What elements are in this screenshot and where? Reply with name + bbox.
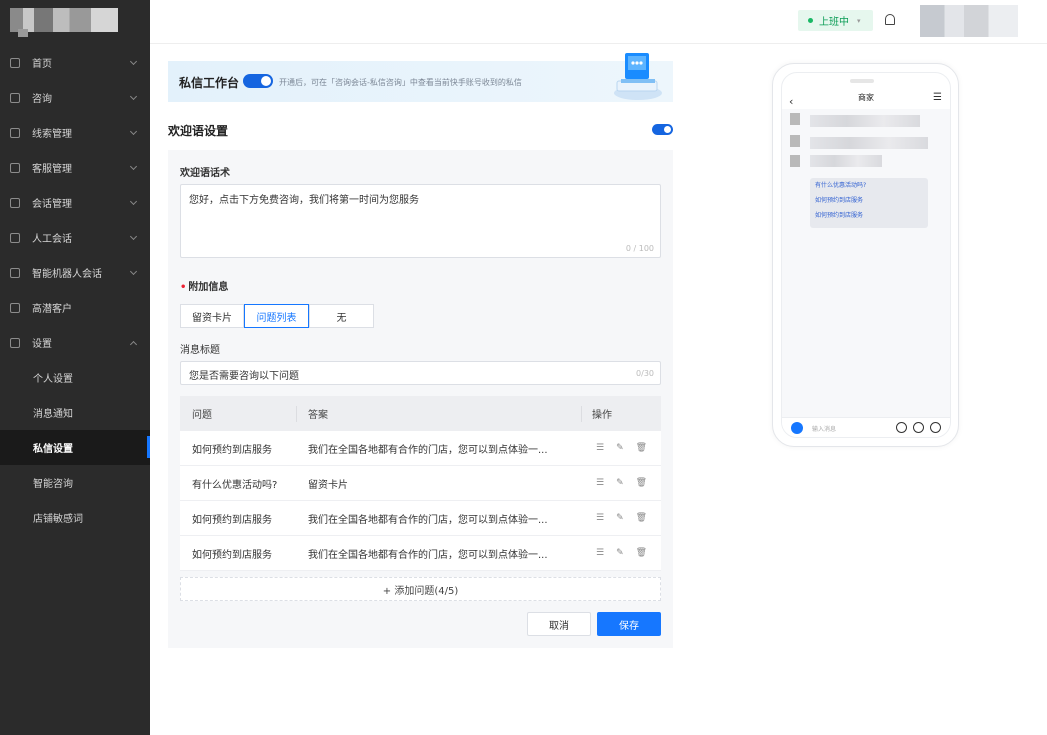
- chevron-down-icon: [129, 57, 138, 66]
- phone-question: 如何预约到店服务: [815, 197, 864, 204]
- phone-input-placeholder: 输入消息: [812, 426, 837, 433]
- phone-input-bar: 输入消息: [782, 417, 950, 437]
- phone-question: 有什么优惠活动吗?: [815, 182, 867, 189]
- plus-icon: [930, 422, 941, 433]
- sidebar-item-potential[interactable]: 高潜客户: [0, 290, 150, 325]
- phone-question: 如何预约到店服务: [815, 212, 864, 219]
- edit-icon[interactable]: ✎: [616, 513, 624, 523]
- sidebar-subitem-smart-consult[interactable]: 智能咨询: [0, 465, 150, 500]
- option-none[interactable]: 无: [309, 304, 374, 328]
- script-label: 欢迎语话术: [180, 168, 230, 179]
- table-header: 问题 答案 操作: [180, 396, 661, 431]
- table-row: 如何预约到店服务 我们在全国各地都有合作的门店，您可以到点体验一... ☰ ✎ 🗑: [180, 431, 661, 466]
- banner-title: 私信工作台: [179, 76, 240, 90]
- sidebar: 首页 咨询 线索管理 客服管理 会话管理 人工会话 智能机器人会话 高潜客户 设…: [0, 0, 150, 735]
- settings-icon: [10, 337, 20, 348]
- cancel-button[interactable]: 取消: [527, 612, 591, 636]
- chevron-up-icon: [129, 340, 138, 349]
- sidebar-subitem-dm-settings[interactable]: 私信设置: [0, 430, 150, 465]
- phone-title: 商家: [858, 93, 874, 102]
- menu-icon: ☰: [933, 92, 942, 103]
- sidebar-nav: 首页 咨询 线索管理 客服管理 会话管理 人工会话 智能机器人会话 高潜客户 设…: [0, 45, 150, 535]
- bell-icon[interactable]: [885, 14, 895, 25]
- option-question-list[interactable]: 问题列表: [244, 304, 309, 328]
- sidebar-subitem-notify[interactable]: 消息通知: [0, 395, 150, 430]
- avatar: [790, 155, 800, 167]
- question-table: 问题 答案 操作 如何预约到店服务 我们在全国各地都有合作的门店，您可以到点体验…: [180, 396, 661, 571]
- banner-desc: 开通后，可在「咨询会话-私信咨询」中查看当前快手账号收到的私信: [279, 78, 522, 87]
- chevron-down-icon: [129, 197, 138, 206]
- char-counter: 0 / 100: [625, 244, 654, 253]
- table-row: 有什么优惠活动吗? 留资卡片 ☰ ✎ 🗑: [180, 466, 661, 501]
- extra-info-label: • 附加信息: [180, 282, 229, 293]
- sidebar-item-home[interactable]: 首页: [0, 45, 150, 80]
- service-icon: [10, 162, 20, 173]
- phone-chat-area: 有什么优惠活动吗? 如何预约到店服务 如何预约到店服务: [782, 109, 950, 419]
- avatar: [790, 113, 800, 125]
- status-dropdown[interactable]: 上班中 ▾: [798, 10, 873, 31]
- caret-down-icon: ▾: [857, 16, 861, 25]
- drag-icon[interactable]: ☰: [596, 478, 604, 488]
- delete-icon[interactable]: 🗑: [636, 513, 647, 523]
- camera-icon: [791, 422, 803, 434]
- manual-session-icon: [10, 232, 20, 243]
- robot-icon: [10, 267, 20, 278]
- voice-icon: [896, 422, 907, 433]
- chevron-down-icon: [129, 162, 138, 171]
- sidebar-item-manual[interactable]: 人工会话: [0, 220, 150, 255]
- consult-icon: [10, 92, 20, 103]
- sidebar-item-service[interactable]: 客服管理: [0, 150, 150, 185]
- sidebar-item-sessions[interactable]: 会话管理: [0, 185, 150, 220]
- section-title: 欢迎语设置: [168, 124, 229, 138]
- welcome-toggle[interactable]: [652, 124, 673, 135]
- add-question-button[interactable]: + 添加问题(4/5): [180, 577, 661, 601]
- drag-icon[interactable]: ☰: [596, 548, 604, 558]
- welcome-script-textarea[interactable]: 您好，点击下方免费咨询，我们将第一时间为您服务 0 / 100: [180, 184, 661, 258]
- sidebar-item-consult[interactable]: 咨询: [0, 80, 150, 115]
- sidebar-item-settings[interactable]: 设置: [0, 325, 150, 360]
- avatar: [790, 135, 800, 147]
- computer-illustration-icon: [614, 53, 662, 100]
- table-row: 如何预约到店服务 我们在全国各地都有合作的门店，您可以到点体验一... ☰ ✎ 🗑: [180, 536, 661, 571]
- msg-title-label: 消息标题: [180, 345, 220, 356]
- edit-icon[interactable]: ✎: [616, 443, 624, 453]
- emoji-icon: [913, 422, 924, 433]
- dm-workbench-banner: 私信工作台 开通后，可在「咨询会话-私信咨询」中查看当前快手账号收到的私信: [168, 53, 673, 102]
- drag-icon[interactable]: ☰: [596, 513, 604, 523]
- edit-icon[interactable]: ✎: [616, 478, 624, 488]
- sidebar-item-leads[interactable]: 线索管理: [0, 115, 150, 150]
- sidebar-subitem-personal[interactable]: 个人设置: [0, 360, 150, 395]
- save-button[interactable]: 保存: [597, 612, 661, 636]
- status-dot-icon: [808, 18, 813, 23]
- chevron-down-icon: [129, 267, 138, 276]
- delete-icon[interactable]: 🗑: [636, 548, 647, 558]
- table-row: 如何预约到店服务 我们在全国各地都有合作的门店，您可以到点体验一... ☰ ✎ 🗑: [180, 501, 661, 536]
- delete-icon[interactable]: 🗑: [636, 443, 647, 453]
- chevron-down-icon: [129, 127, 138, 136]
- key-icon: [10, 302, 20, 313]
- option-lead-card[interactable]: 留资卡片: [180, 304, 244, 328]
- workbench-toggle[interactable]: [243, 74, 273, 88]
- char-counter: 0/30: [636, 369, 654, 378]
- leads-icon: [10, 127, 20, 138]
- sidebar-item-robot[interactable]: 智能机器人会话: [0, 255, 150, 290]
- chevron-down-icon: [129, 92, 138, 101]
- phone-preview: ‹ 商家 ☰ 有什么优惠活动吗? 如何预约到店服务 如何预约到店服务 输入消息: [772, 63, 959, 447]
- top-bar: 上班中 ▾: [150, 0, 1047, 44]
- session-icon: [10, 197, 20, 208]
- home-icon: [10, 57, 20, 68]
- user-avatar[interactable]: [920, 5, 1018, 37]
- msg-title-input[interactable]: 您是否需要咨询以下问题 0/30: [180, 361, 661, 385]
- sidebar-subitem-sensitive-words[interactable]: 店铺敏感词: [0, 500, 150, 535]
- delete-icon[interactable]: 🗑: [636, 478, 647, 488]
- chevron-down-icon: [129, 232, 138, 241]
- edit-icon[interactable]: ✎: [616, 548, 624, 558]
- drag-icon[interactable]: ☰: [596, 443, 604, 453]
